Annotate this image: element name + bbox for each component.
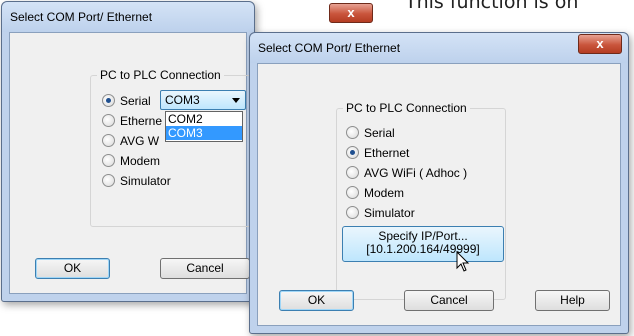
dialog-back-ok-button[interactable]: OK	[35, 258, 110, 279]
dialog-front-option-avg-wifi-label: AVG WiFi ( Adhoc )	[364, 166, 468, 180]
dialog-front-group-label: PC to PLC Connection	[343, 101, 470, 115]
dialog-back-option-serial[interactable]: Serial	[102, 94, 151, 109]
radio-checked-icon	[346, 146, 359, 159]
radio-unchecked-icon	[102, 154, 115, 167]
dialog-back-option-avg-wifi[interactable]: AVG W	[102, 134, 159, 149]
dialog-front-title: Select COM Port/ Ethernet	[258, 41, 401, 55]
dialog-back-option-avg-wifi-label: AVG W	[120, 134, 160, 148]
com-port-dropdown: COM2 COM3	[165, 111, 243, 142]
background-caption-text: This function is on	[405, 0, 579, 13]
dialog-back-option-simulator-label: Simulator	[120, 174, 171, 188]
com-port-option-com2[interactable]: COM2	[166, 112, 242, 126]
radio-unchecked-icon	[102, 134, 115, 147]
dialog-front-titlebar[interactable]: Select COM Port/ Ethernet x	[250, 33, 628, 63]
dialog-back-option-modem[interactable]: Modem	[102, 154, 160, 169]
dialog-back-titlebar[interactable]: Select COM Port/ Ethernet x	[2, 2, 373, 32]
dialog-front-option-serial-label: Serial	[364, 126, 395, 140]
dialog-front-client: PC to PLC Connection Serial Ethernet AVG…	[257, 63, 621, 326]
dialog-back: Select COM Port/ Ethernet x PC to PLC Co…	[1, 1, 373, 302]
radio-unchecked-icon	[102, 114, 115, 127]
dialog-back-option-serial-label: Serial	[120, 94, 151, 108]
radio-unchecked-icon	[102, 174, 115, 187]
dialog-front-option-avg-wifi[interactable]: AVG WiFi ( Adhoc )	[346, 166, 467, 181]
dialog-back-group-label: PC to PLC Connection	[97, 68, 224, 82]
mouse-pointer-icon	[456, 251, 470, 272]
dialog-front-cancel-button[interactable]: Cancel	[404, 290, 494, 311]
dialog-front-option-modem[interactable]: Modem	[346, 186, 404, 201]
radio-checked-icon	[102, 94, 115, 107]
chevron-down-icon	[232, 98, 240, 103]
dialog-front: Select COM Port/ Ethernet x PC to PLC Co…	[249, 32, 629, 334]
radio-unchecked-icon	[346, 186, 359, 199]
dialog-front-option-simulator-label: Simulator	[364, 206, 415, 220]
dialog-front-ok-button[interactable]: OK	[279, 290, 354, 311]
radio-unchecked-icon	[346, 166, 359, 179]
specify-ip-port-line2: [10.1.200.164/49999]	[366, 242, 480, 256]
radio-unchecked-icon	[346, 126, 359, 139]
dialog-front-option-serial[interactable]: Serial	[346, 126, 395, 141]
dialog-front-close-button[interactable]: x	[578, 34, 622, 54]
dialog-front-option-ethernet[interactable]: Ethernet	[346, 146, 409, 161]
dialog-back-option-ethernet-label: Etherne	[120, 114, 163, 128]
dialog-back-client: PC to PLC Connection Serial Etherne AVG …	[9, 32, 252, 294]
dialog-back-option-modem-label: Modem	[120, 154, 161, 168]
dialog-front-option-simulator[interactable]: Simulator	[346, 206, 415, 221]
dialog-back-cancel-button[interactable]: Cancel	[160, 258, 250, 279]
dialog-back-option-simulator[interactable]: Simulator	[102, 174, 171, 189]
dialog-front-help-button[interactable]: Help	[535, 290, 610, 311]
dialog-front-option-ethernet-label: Ethernet	[364, 146, 410, 160]
dialog-back-title: Select COM Port/ Ethernet	[10, 10, 153, 24]
com-port-option-com3[interactable]: COM3	[166, 126, 242, 140]
com-port-combo-value: COM3	[165, 93, 200, 107]
specify-ip-port-button[interactable]: Specify IP/Port... [10.1.200.164/49999]	[342, 226, 504, 262]
com-port-combo[interactable]: COM3	[160, 90, 246, 110]
dialog-back-option-ethernet[interactable]: Etherne	[102, 114, 162, 129]
dialog-front-option-modem-label: Modem	[364, 186, 405, 200]
radio-unchecked-icon	[346, 206, 359, 219]
dialog-back-close-button[interactable]: x	[329, 3, 373, 23]
